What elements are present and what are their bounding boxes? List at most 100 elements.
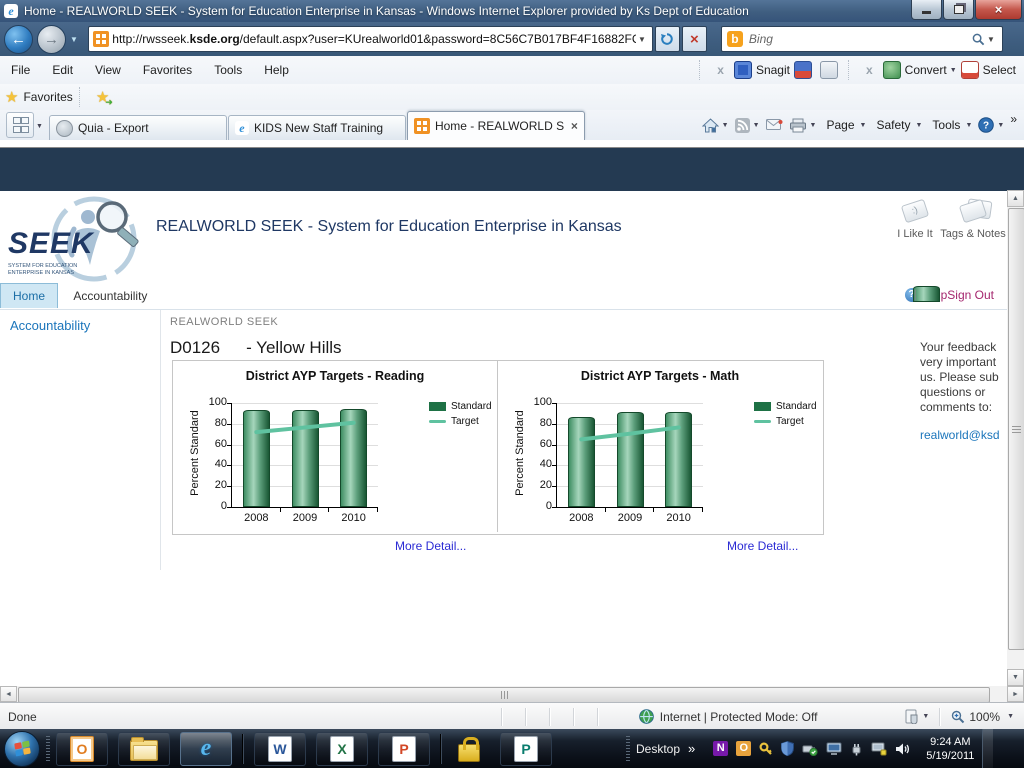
search-icon[interactable] [972,33,985,46]
desktop-label: Desktop [636,742,680,756]
taskbar-publisher-button[interactable]: P [500,732,552,766]
home-dropdown-icon[interactable]: ▼ [722,122,729,129]
show-desktop-button[interactable] [982,729,993,768]
convert-toolbar-close-button[interactable]: x [860,63,879,77]
minimize-button[interactable] [911,0,942,20]
search-dropdown-icon[interactable]: ▼ [985,35,997,44]
feeds-dropdown-icon[interactable]: ▼ [753,122,760,129]
scroll-up-button[interactable]: ▲ [1007,190,1024,207]
select-icon[interactable] [961,61,979,79]
convert-dropdown-icon[interactable]: ▼ [950,67,957,74]
home-button[interactable]: ▼ [702,118,729,133]
desktop-toolbar[interactable]: Desktop » [636,741,695,756]
url-dropdown-icon[interactable]: ▼ [636,35,648,44]
tray-keys-icon[interactable] [759,742,773,756]
feeds-button[interactable]: ▼ [735,118,760,133]
tray-usb-icon[interactable] [802,742,818,756]
tray-shield-icon[interactable] [781,741,794,756]
safety-menu-button[interactable]: Safety ▼ [872,118,922,132]
vertical-scrollbar[interactable]: ▲ ▼ [1007,190,1024,686]
tray-volume-icon[interactable] [895,742,910,756]
close-button[interactable]: × [975,0,1022,20]
taskbar-lock-item[interactable] [452,736,486,762]
chart-panel-math: District AYP Targets - Math Percent Stan… [498,361,822,532]
search-input[interactable]: b Bing ▼ [721,26,1003,52]
scroll-left-button[interactable]: ◄ [0,686,17,702]
page-menu-button[interactable]: Page ▼ [822,118,866,132]
horizontal-scrollbar[interactable]: ◄ ► [0,686,1024,702]
forward-button[interactable]: → [37,25,66,54]
read-mail-button[interactable] [766,119,783,132]
tray-network-icon[interactable] [871,742,887,756]
tray-display-icon[interactable] [826,742,842,756]
tray-power-icon[interactable] [850,742,863,756]
y-tick-label: 0 [525,500,552,512]
address-input[interactable]: http://rwsseek.ksde.org/default.aspx?use… [88,26,653,52]
security-report-button[interactable]: ▼ [905,709,929,724]
menu-help[interactable]: Help [253,63,300,77]
vertical-scrollbar-thumb[interactable] [1008,208,1024,650]
select-label[interactable]: Select [983,63,1024,77]
snagit-toolbar-close-button[interactable]: x [711,63,730,77]
desktop-overflow-icon[interactable]: » [688,741,695,756]
menu-file[interactable]: File [0,63,41,77]
tab-home-realworld[interactable]: Home - REALWORLD S... × [407,111,585,140]
tags-and-notes-button[interactable]: Tags & Notes [938,198,1008,241]
legend-label: Target [776,416,804,427]
window-title: Home - REALWORLD SEEK - System for Educa… [24,4,749,18]
scroll-right-button[interactable]: ► [1007,686,1024,702]
target-line [557,403,703,507]
command-overflow-button[interactable]: » [1010,112,1017,126]
print-dropdown-icon[interactable]: ▼ [810,122,817,129]
taskbar-outlook-button[interactable]: O [56,732,108,766]
menu-favorites[interactable]: Favorites [132,63,203,77]
snagit-profile-icon[interactable] [820,61,838,79]
add-favorite-icon[interactable]: ★ [96,88,117,106]
print-button[interactable]: ▼ [789,118,817,133]
more-detail-link-reading[interactable]: More Detail... [395,539,466,553]
snagit-label[interactable]: Snagit [756,63,790,77]
tray-onenote-icon[interactable]: N [713,741,728,756]
feedback-email-link[interactable]: realworld@ksd [920,428,1007,442]
snagit-icon[interactable] [734,61,752,79]
y-tick-label: 40 [200,458,227,470]
nav-tab-home[interactable]: Home [0,283,58,308]
zoom-control[interactable]: 100% ▼ [951,710,1014,724]
taskbar-excel-button[interactable]: X [316,732,368,766]
convert-label[interactable]: Convert [905,63,947,77]
scroll-down-button[interactable]: ▼ [1007,669,1024,686]
quick-tabs-button[interactable] [6,112,34,138]
help-signout-area: ? Help | Sign Out [905,288,994,302]
tab-list-dropdown-icon[interactable]: ▼ [36,123,43,130]
menu-view[interactable]: View [84,63,132,77]
taskbar-explorer-button[interactable] [118,732,170,766]
menu-edit[interactable]: Edit [41,63,84,77]
tray-office-icon[interactable]: O [736,741,751,756]
help-menu-button[interactable]: ? ▼ [978,117,1004,133]
back-button[interactable]: ← [4,25,33,54]
taskbar-word-button[interactable]: W [254,732,306,766]
taskbar-clock[interactable]: 9:24 AM 5/19/2011 [926,735,974,763]
favorites-bar: ★ Favorites ★ [0,84,1024,111]
sign-out-link[interactable]: Sign Out [947,288,994,302]
menu-tools[interactable]: Tools [203,63,253,77]
stop-button[interactable]: × [682,26,707,52]
tools-menu-button[interactable]: Tools ▼ [928,118,972,132]
horizontal-scrollbar-thumb[interactable] [18,687,990,703]
taskbar-ie-button[interactable]: e [180,732,232,766]
tab-quia[interactable]: Quia - Export [49,115,227,140]
snagit-window-icon[interactable] [794,61,812,79]
tab-kids-training[interactable]: e KIDS New Staff Training [228,115,406,140]
nav-tab-accountability[interactable]: Accountability [61,284,159,308]
restore-button[interactable] [943,0,974,20]
tab-close-icon[interactable]: × [565,119,578,133]
taskbar-powerpoint-button[interactable]: P [378,732,430,766]
start-button[interactable] [4,731,40,767]
more-detail-link-math[interactable]: More Detail... [727,539,798,553]
menu-bar: File Edit View Favorites Tools Help x Sn… [0,56,1024,85]
convert-icon[interactable] [883,61,901,79]
refresh-button[interactable] [655,26,680,52]
favorites-button[interactable]: Favorites [23,90,72,104]
sidebar-item-accountability[interactable]: Accountability [10,318,90,333]
history-dropdown-icon[interactable]: ▼ [70,35,78,44]
